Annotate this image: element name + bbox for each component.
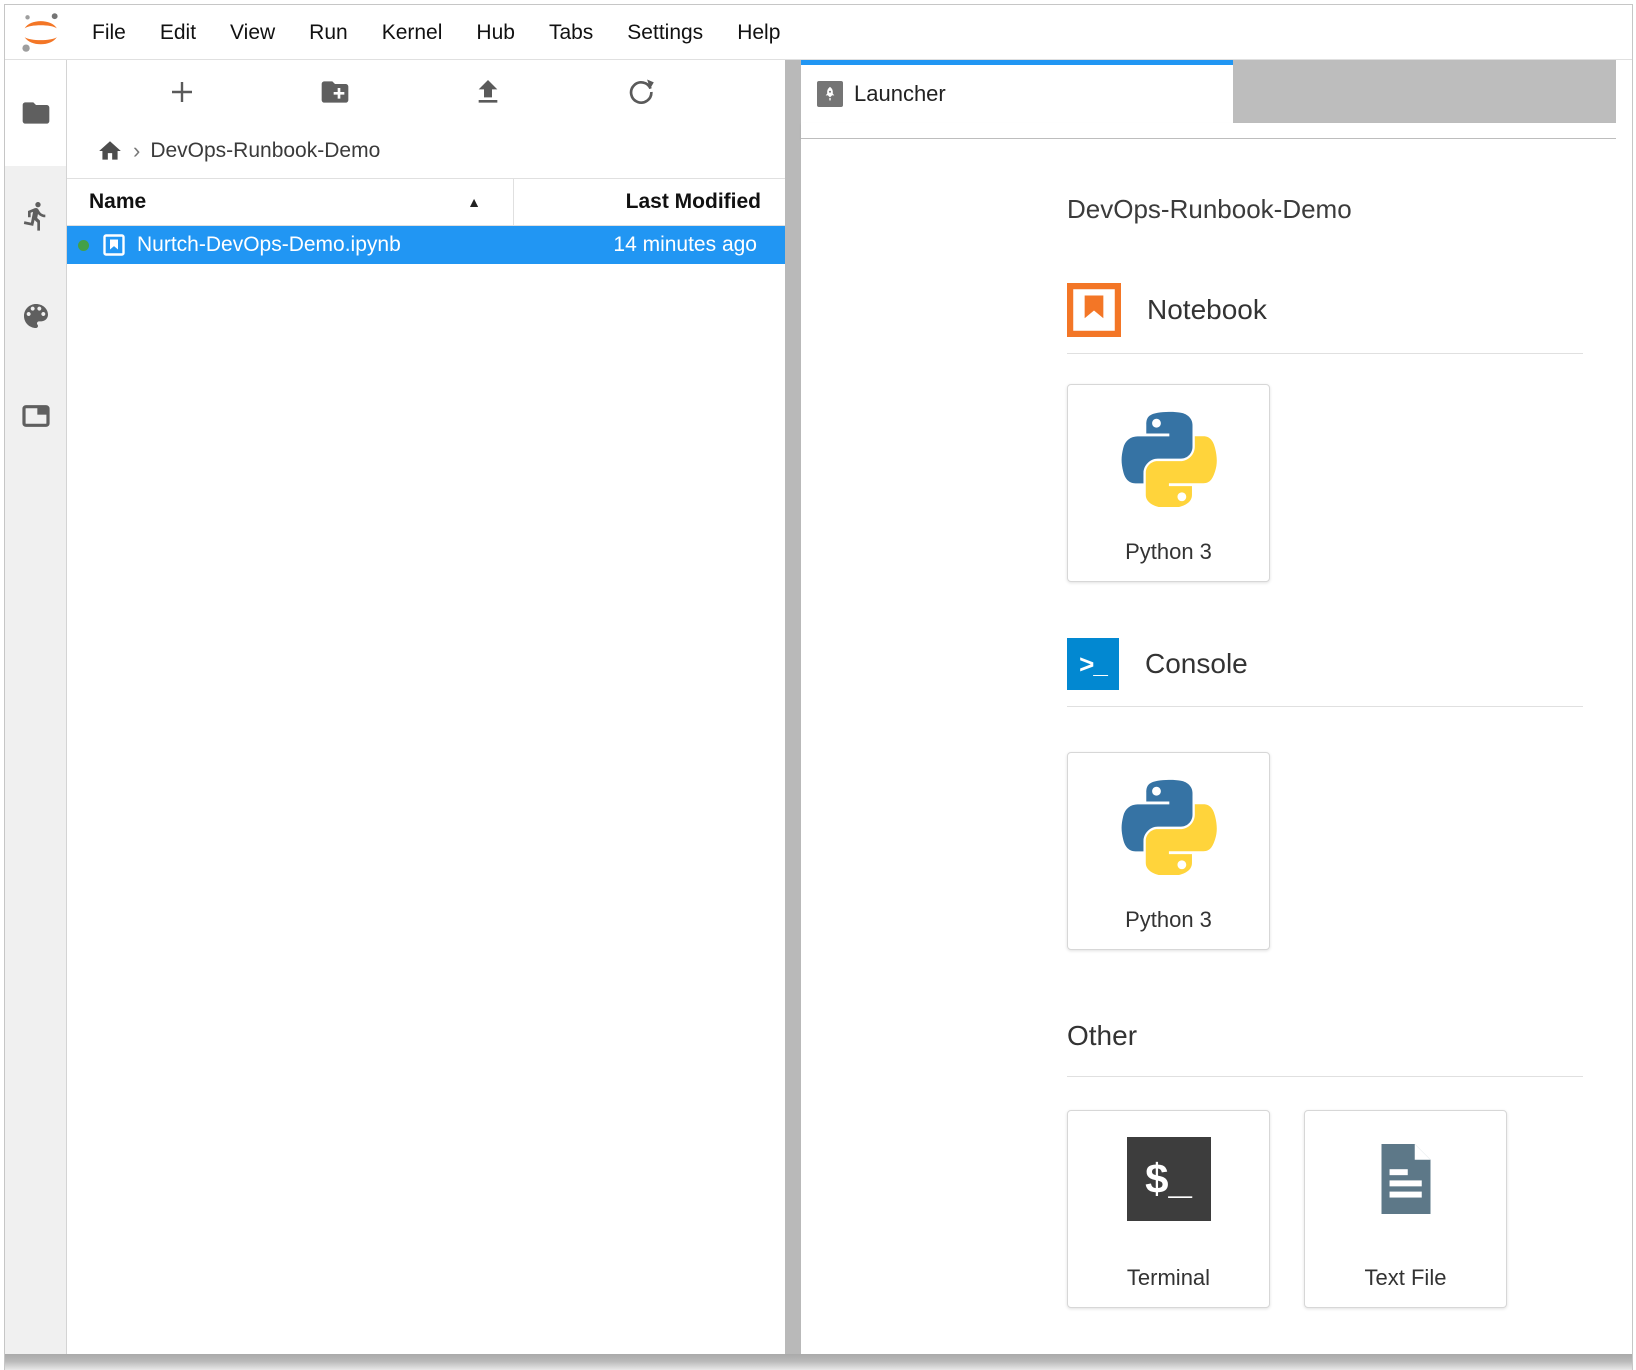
text-file-icon bbox=[1364, 1137, 1448, 1221]
file-list-header: Name ▲ Last Modified bbox=[67, 178, 785, 226]
folder-icon bbox=[20, 97, 52, 129]
kernel-running-dot bbox=[78, 240, 89, 251]
section-label-other: Other bbox=[1067, 1020, 1583, 1052]
card-label: Text File bbox=[1365, 1265, 1447, 1291]
menu-bar: File Edit View Run Kernel Hub Tabs Setti… bbox=[5, 5, 1632, 60]
section-label-notebook: Notebook bbox=[1147, 294, 1267, 326]
home-icon[interactable] bbox=[97, 138, 123, 164]
launcher-title: DevOps-Runbook-Demo bbox=[1067, 194, 1583, 225]
notebook-cards-row: Python 3 bbox=[1067, 384, 1583, 582]
name-column-label: Name bbox=[89, 190, 146, 214]
terminal-icon: $_ bbox=[1127, 1137, 1211, 1221]
menu-run[interactable]: Run bbox=[292, 5, 365, 60]
launcher-rocket-icon bbox=[817, 81, 843, 107]
card-label: Terminal bbox=[1127, 1265, 1210, 1291]
section-label-console: Console bbox=[1145, 648, 1248, 680]
menu-edit[interactable]: Edit bbox=[143, 5, 213, 60]
right-window-padding bbox=[1616, 60, 1632, 1354]
breadcrumb: › DevOps-Runbook-Demo bbox=[67, 124, 785, 178]
section-divider bbox=[1067, 1076, 1583, 1077]
launcher-card-text-file[interactable]: Text File bbox=[1304, 1110, 1507, 1308]
breadcrumb-separator: › bbox=[133, 138, 140, 164]
file-name: Nurtch-DevOps-Demo.ipynb bbox=[137, 233, 401, 257]
breadcrumb-current-folder[interactable]: DevOps-Runbook-Demo bbox=[150, 139, 380, 163]
dock-tab-bar: Launcher bbox=[801, 60, 1616, 123]
menu-hub[interactable]: Hub bbox=[459, 5, 532, 60]
python-logo-icon bbox=[1121, 779, 1217, 875]
launcher-panel: DevOps-Runbook-Demo Notebook bbox=[801, 139, 1616, 1354]
console-cards-row: Python 3 bbox=[1067, 752, 1583, 950]
menu-tabs[interactable]: Tabs bbox=[532, 5, 610, 60]
running-man-icon bbox=[20, 200, 52, 232]
sidebar-tab-running-sessions[interactable] bbox=[5, 166, 66, 266]
new-folder-button[interactable] bbox=[317, 74, 353, 110]
sidebar-tab-open-tabs[interactable] bbox=[5, 366, 66, 466]
window-bottom-edge bbox=[5, 1354, 1632, 1370]
card-label: Python 3 bbox=[1125, 539, 1212, 565]
jupyterlab-window: File Edit View Run Kernel Hub Tabs Setti… bbox=[4, 4, 1633, 1370]
notebook-icon bbox=[1067, 283, 1121, 337]
menu-help[interactable]: Help bbox=[720, 5, 797, 60]
launcher-card-notebook-python3[interactable]: Python 3 bbox=[1067, 384, 1270, 582]
file-row-selected[interactable]: Nurtch-DevOps-Demo.ipynb 14 minutes ago bbox=[67, 226, 785, 264]
card-label: Python 3 bbox=[1125, 907, 1212, 933]
main-area: › DevOps-Runbook-Demo Name ▲ Last Modifi… bbox=[5, 60, 1632, 1354]
refresh-icon bbox=[625, 76, 657, 108]
notebook-icon bbox=[102, 233, 126, 257]
upload-icon bbox=[472, 76, 504, 108]
plus-icon bbox=[166, 76, 198, 108]
file-browser-panel: › DevOps-Runbook-Demo Name ▲ Last Modifi… bbox=[67, 60, 785, 1354]
upload-button[interactable] bbox=[470, 74, 506, 110]
file-browser-toolbar bbox=[67, 60, 785, 124]
new-launcher-button[interactable] bbox=[164, 74, 200, 110]
other-cards-row: $_ Terminal bbox=[1067, 1110, 1583, 1308]
section-header-notebook: Notebook bbox=[1067, 283, 1583, 337]
menu-items: File Edit View Run Kernel Hub Tabs Setti… bbox=[75, 5, 797, 60]
file-last-modified: 14 minutes ago bbox=[613, 233, 785, 257]
python-logo-icon bbox=[1121, 411, 1217, 507]
tab-launcher[interactable]: Launcher bbox=[801, 60, 1233, 123]
tab-launcher-label: Launcher bbox=[854, 81, 946, 107]
menu-settings[interactable]: Settings bbox=[610, 5, 720, 60]
launcher-card-console-python3[interactable]: Python 3 bbox=[1067, 752, 1270, 950]
dock-panel: Launcher DevOps-Runbook-Demo bbox=[801, 60, 1616, 1354]
refresh-button[interactable] bbox=[623, 74, 659, 110]
menu-view[interactable]: View bbox=[213, 5, 292, 60]
launcher-card-terminal[interactable]: $_ Terminal bbox=[1067, 1110, 1270, 1308]
menu-kernel[interactable]: Kernel bbox=[365, 5, 460, 60]
new-folder-icon bbox=[319, 76, 351, 108]
column-header-name[interactable]: Name ▲ bbox=[67, 179, 514, 225]
section-header-console: >_ Console bbox=[1067, 638, 1583, 690]
column-header-last-modified[interactable]: Last Modified bbox=[514, 190, 785, 214]
palette-icon bbox=[20, 300, 52, 332]
tab-bar-underline bbox=[801, 123, 1616, 139]
sort-ascending-icon: ▲ bbox=[467, 194, 481, 210]
console-icon: >_ bbox=[1067, 638, 1119, 690]
section-divider bbox=[1067, 353, 1583, 354]
jupyter-logo-icon bbox=[17, 9, 63, 55]
menu-file[interactable]: File bbox=[75, 5, 143, 60]
sidebar-tab-file-browser[interactable] bbox=[5, 60, 66, 166]
activity-bar bbox=[5, 60, 67, 1354]
panel-splitter[interactable] bbox=[785, 60, 801, 1354]
tabs-icon bbox=[20, 400, 52, 432]
section-divider bbox=[1067, 706, 1583, 707]
sidebar-tab-commands[interactable] bbox=[5, 266, 66, 366]
